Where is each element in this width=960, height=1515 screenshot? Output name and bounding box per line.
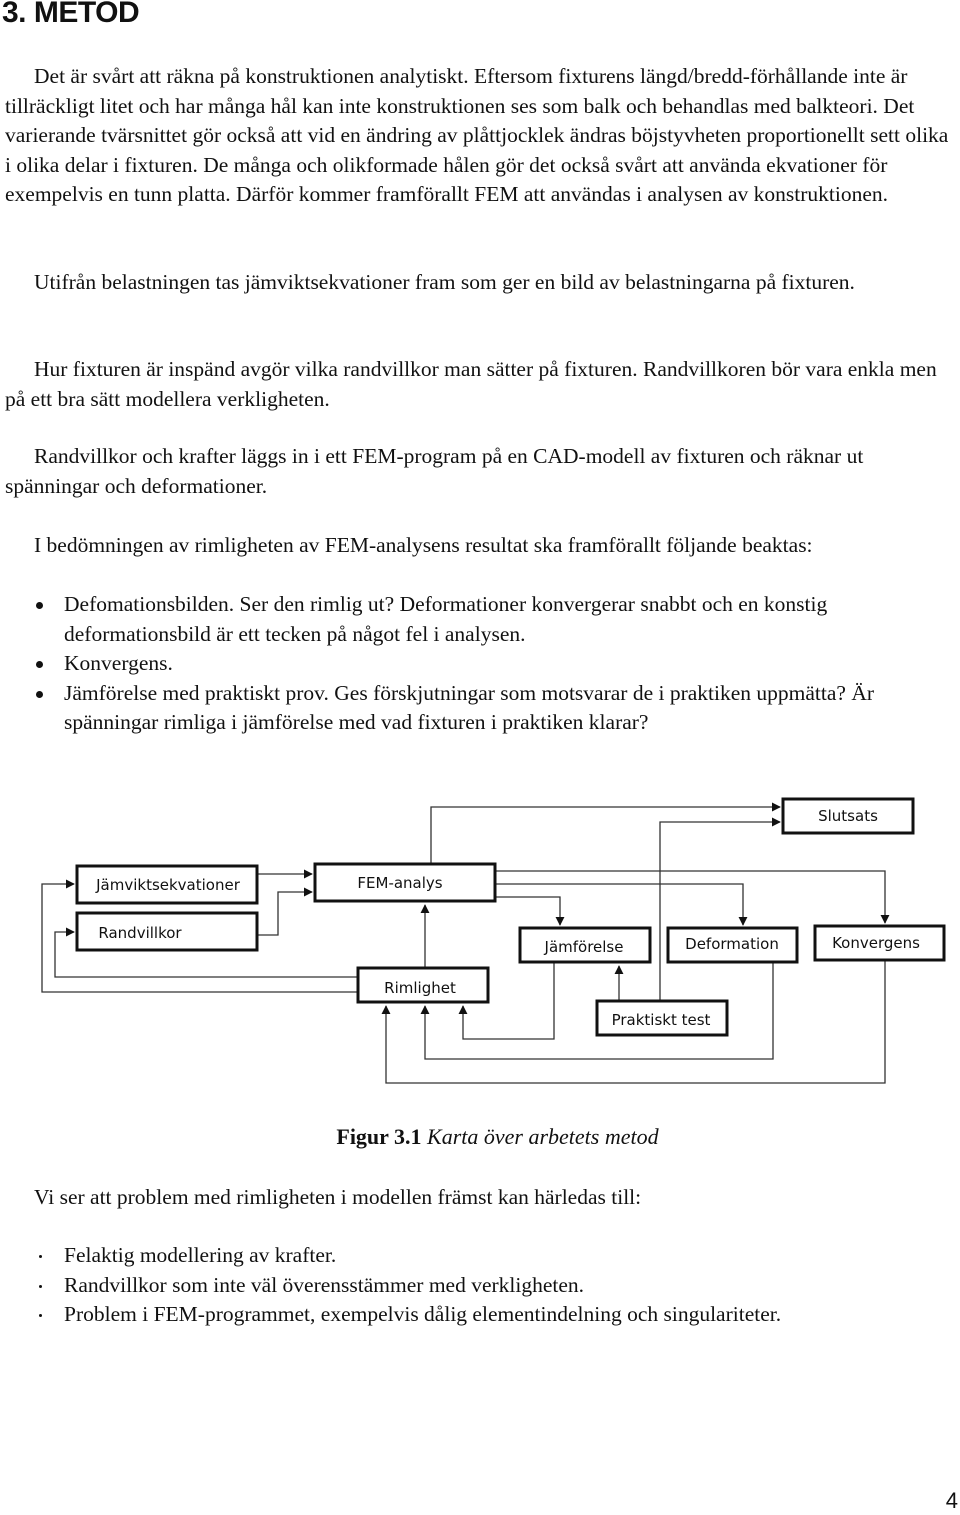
paragraph-assessment-text: I bedömningen av rimligheten av FEM-anal… (34, 533, 813, 557)
node-slutsats-label: Slutsats (818, 807, 878, 825)
node-fem-label: FEM-analys (357, 874, 442, 892)
criteria-item-text: Defomationsbilden. Ser den rimlig ut? De… (64, 592, 828, 646)
section-heading: 3. METOD (2, 0, 140, 29)
node-konvergens-label: Konvergens (832, 934, 920, 952)
bullet-icon (39, 1255, 42, 1258)
bullet-icon (39, 1314, 42, 1317)
bullet-icon (39, 1284, 42, 1288)
problems-list: Felaktig modellering av krafter. Randvil… (0, 1241, 950, 1330)
paragraph-fem-text: Randvillkor och krafter läggs in i ett F… (5, 444, 864, 498)
problems-item: Randvillkor som inte väl överensstämmer … (0, 1271, 950, 1301)
node-fem-analys: FEM-analys (313, 862, 497, 903)
node-randvillkor: Randvillkor (75, 911, 259, 952)
node-jamviktsekvationer: Jämviktsekvationer (75, 864, 259, 905)
method-diagram: Slutsats Jämviktsekvationer FEM-analys R… (41, 797, 946, 1084)
bullet-icon (36, 661, 43, 668)
paragraph-problems: Vi ser att problem med rimligheten i mod… (5, 1183, 950, 1213)
criteria-item: Konvergens. (0, 649, 950, 679)
problems-item-text: Problem i FEM-programmet, exempelvis dål… (64, 1302, 782, 1326)
paragraph-fem: Randvillkor och krafter läggs in i ett F… (5, 442, 950, 501)
edge-randvillkor-fem (257, 887, 313, 936)
criteria-item: Defomationsbilden. Ser den rimlig ut? De… (0, 590, 950, 649)
criteria-item-text: Jämförelse med praktiskt prov. Ges försk… (64, 680, 875, 735)
figure-caption-label: Figur 3.1 (336, 1124, 422, 1149)
paragraph-boundary-text: Hur fixturen är inspänd avgör vilka rand… (5, 357, 937, 411)
edge-fem-jamforelse (495, 896, 565, 926)
problems-item-text: Randvillkor som inte väl överensstämmer … (64, 1272, 585, 1297)
edge-fem-slutsats (430, 802, 781, 864)
paragraph-intro: Det är svårt att räkna på konstruktionen… (5, 62, 950, 210)
node-rimlighet: Rimlighet (356, 966, 490, 1004)
paragraph-problems-text: Vi ser att problem med rimligheten i mod… (34, 1185, 642, 1209)
node-praktiskt-label: Praktiskt test (612, 1011, 711, 1029)
node-jamforelse: Jämförelse (518, 926, 652, 964)
criteria-list: Defomationsbilden. Ser den rimlig ut? De… (0, 590, 950, 738)
problems-item: Felaktig modellering av krafter. (0, 1241, 950, 1271)
paragraph-equilibrium: Utifrån belastningen tas jämviktsekvatio… (5, 268, 950, 298)
paragraph-equilibrium-text: Utifrån belastningen tas jämviktsekvatio… (34, 270, 855, 294)
paragraph-boundary: Hur fixturen är inspänd avgör vilka rand… (5, 355, 950, 414)
paragraph-assessment: I bedömningen av rimligheten av FEM-anal… (5, 531, 950, 561)
edge-praktiskt-slutsats (659, 817, 781, 1001)
node-jamforelse-label: Jämförelse (544, 938, 624, 956)
criteria-item-text: Konvergens. (64, 651, 173, 675)
node-slutsats: Slutsats (781, 797, 915, 835)
node-deformation-label: Deformation (685, 935, 779, 953)
node-jamvikt-label: Jämviktsekvationer (95, 876, 241, 894)
node-praktiskt-test: Praktiskt test (595, 999, 729, 1037)
bullet-icon (36, 602, 43, 609)
bullet-icon (36, 690, 43, 698)
figure-caption: Figur 3.1 Karta över arbetets metod (0, 1124, 960, 1150)
problems-item: Problem i FEM-programmet, exempelvis dål… (0, 1300, 950, 1330)
node-konvergens: Konvergens (813, 924, 946, 962)
figure-caption-text: Karta över arbetets metod (421, 1124, 659, 1149)
problems-item-text: Felaktig modellering av krafter. (64, 1243, 337, 1267)
criteria-item: Jämförelse med praktiskt prov. Ges försk… (0, 679, 950, 738)
node-deformation: Deformation (666, 926, 799, 964)
page-number: 4 (945, 1488, 958, 1513)
paragraph-intro-text: Det är svårt att räkna på konstruktionen… (5, 64, 949, 206)
edge-fem-deformation (495, 883, 748, 926)
node-randvillkor-label: Randvillkor (98, 924, 182, 942)
node-rimlighet-label: Rimlighet (384, 979, 456, 997)
